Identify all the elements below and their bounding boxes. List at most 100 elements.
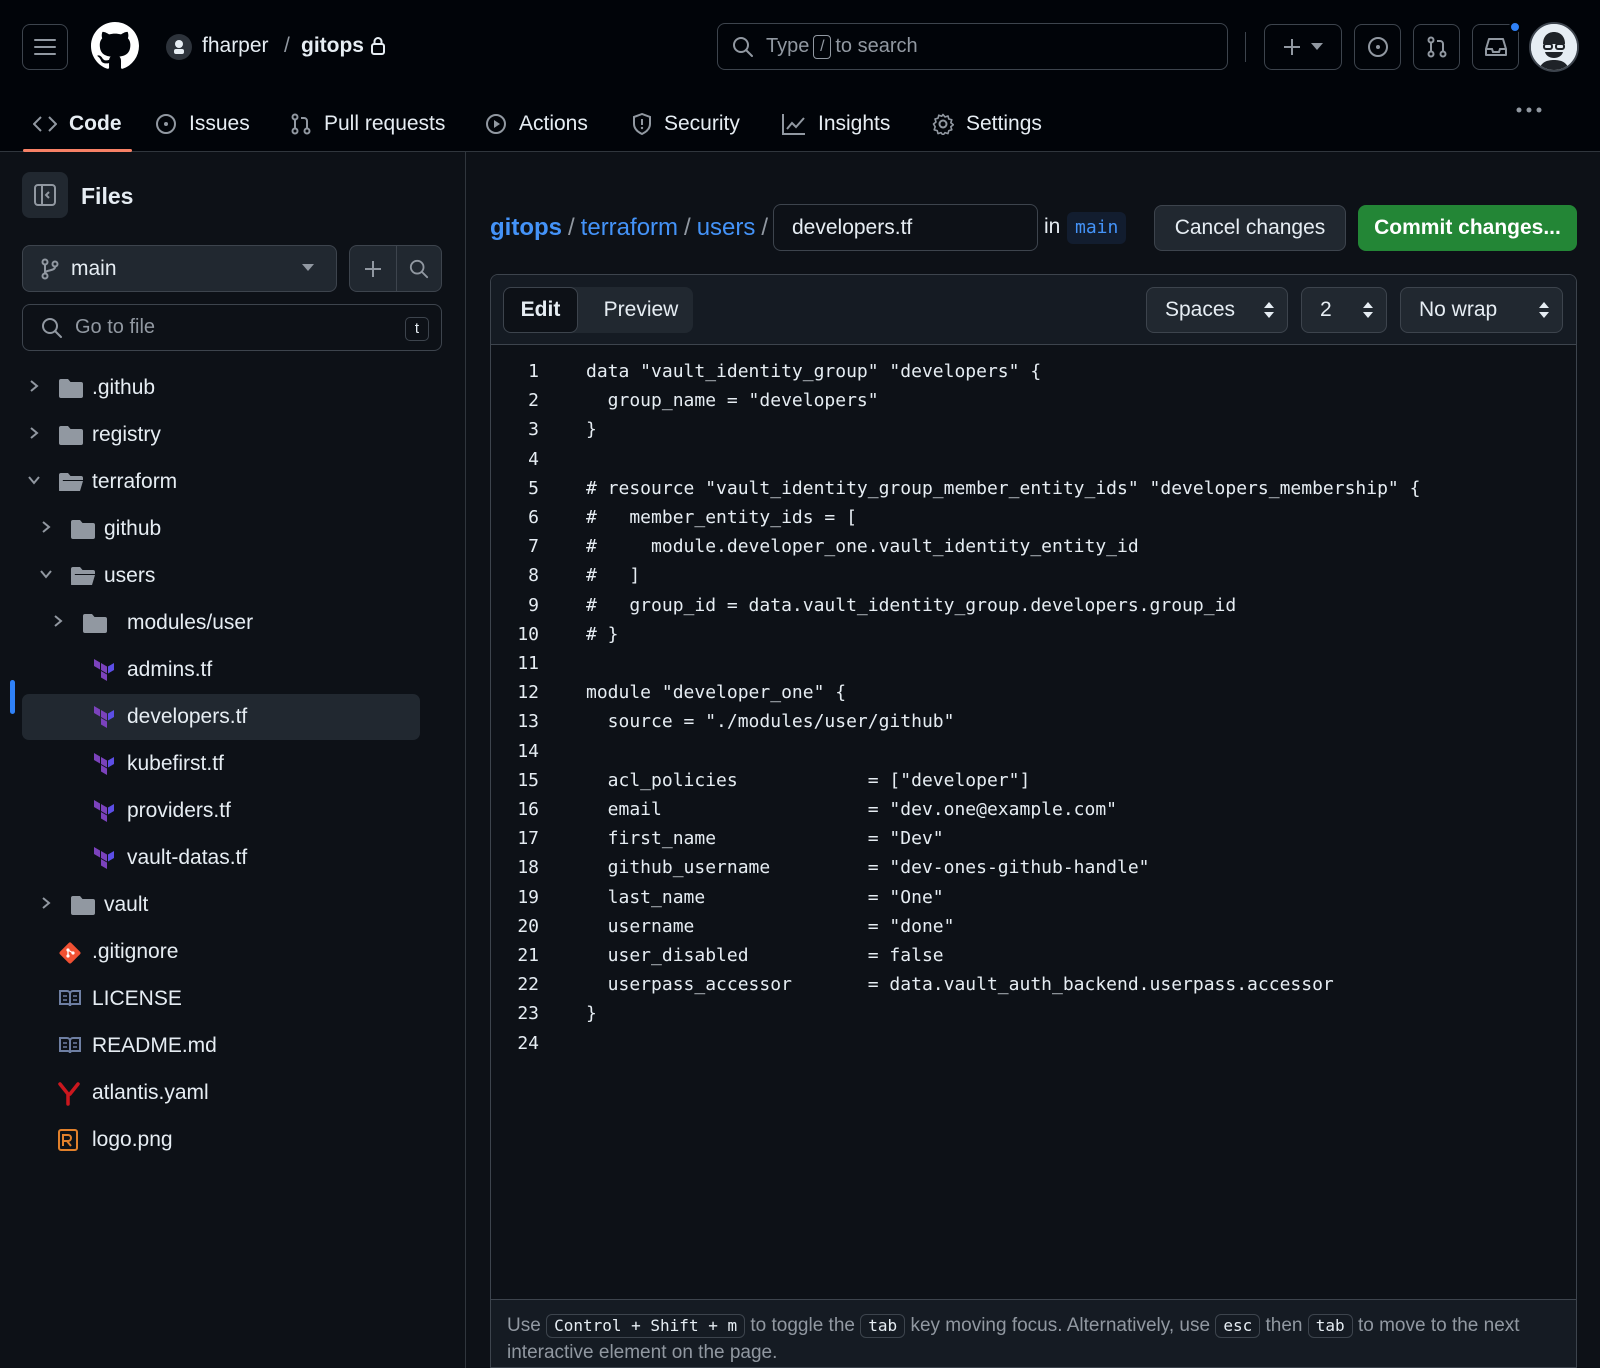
tab-label: Code <box>69 112 122 135</box>
folder-open-icon <box>70 565 96 587</box>
add-file-button[interactable] <box>349 245 396 292</box>
tree-file[interactable]: .gitignore <box>22 929 420 975</box>
inbox-icon <box>1484 38 1507 56</box>
tab-preview[interactable]: Preview <box>587 287 695 333</box>
chevron-down-icon[interactable] <box>26 472 42 488</box>
user-avatar[interactable] <box>1529 22 1579 72</box>
search-files-button[interactable] <box>396 245 442 292</box>
chevron-right-icon[interactable] <box>26 425 42 441</box>
hint-text: Use <box>507 1315 541 1336</box>
tree-folder[interactable]: github <box>22 506 420 552</box>
tab-security[interactable]: Security <box>622 96 750 152</box>
global-search-input[interactable]: Type / to search <box>717 23 1228 70</box>
more-options-icon[interactable] <box>1515 106 1543 114</box>
tree-file[interactable]: vault-datas.tf <box>22 835 420 881</box>
code-line: 5 # resource "vault_identity_group_member… <box>491 474 1576 503</box>
code-content[interactable]: 1 data "vault_identity_group" "developers… <box>491 345 1576 1305</box>
play-icon <box>486 114 506 134</box>
tab-pull-requests[interactable]: Pull requests <box>280 96 455 152</box>
branch-selector[interactable]: main <box>22 245 337 292</box>
create-new-button[interactable] <box>1264 24 1342 70</box>
tab-label: Settings <box>966 112 1042 135</box>
indent-size-select[interactable]: 2 <box>1301 287 1387 333</box>
tree-folder[interactable]: modules/user <box>22 600 420 646</box>
target-branch-badge: main <box>1067 212 1127 244</box>
pull-requests-button[interactable] <box>1413 24 1460 70</box>
editor-mode-tabs: Edit Preview <box>503 287 693 333</box>
breadcrumb-users-link[interactable]: users <box>697 214 756 242</box>
global-header: fharper / gitops Type / to search Code I… <box>0 0 1600 152</box>
tree-file[interactable]: atlantis.yaml <box>22 1070 420 1116</box>
tree-folder[interactable]: vault <box>22 882 420 928</box>
tree-file[interactable]: kubefirst.tf <box>22 741 420 787</box>
code-line: 14 <box>491 737 1576 766</box>
tree-folder[interactable]: .github <box>22 365 420 411</box>
code-line: 4 <box>491 445 1576 474</box>
triangle-down-icon <box>302 264 314 271</box>
chevron-right-icon[interactable] <box>38 895 54 911</box>
lock-icon <box>370 36 386 56</box>
line-content: # module.developer_one.vault_identity_en… <box>586 536 1139 558</box>
tree-folder[interactable]: users <box>22 553 420 599</box>
tree-file[interactable]: LICENSE <box>22 976 420 1022</box>
tree-file[interactable]: logo.png <box>22 1117 420 1163</box>
code-line: 23} <box>491 999 1576 1028</box>
branch-name: main <box>71 256 117 280</box>
tab-actions[interactable]: Actions <box>475 96 598 152</box>
code-line: 3} <box>491 415 1576 444</box>
shortcut-key: esc <box>1215 1314 1261 1338</box>
tree-file[interactable]: providers.tf <box>22 788 420 834</box>
line-number: 17 <box>517 828 539 850</box>
indent-mode-select[interactable]: Spaces <box>1146 287 1288 333</box>
line-number: 13 <box>517 711 539 733</box>
line-content: github_username = "dev-ones-github-handl… <box>586 857 1150 879</box>
tab-issues[interactable]: Issues <box>145 96 260 152</box>
terraform-icon <box>93 659 115 681</box>
filename-input[interactable] <box>773 204 1038 251</box>
chevron-right-icon[interactable] <box>26 378 42 394</box>
code-line: 10 # } <box>491 620 1576 649</box>
tree-file[interactable]: README.md <box>22 1023 420 1069</box>
go-to-file-input[interactable]: Go to file t <box>22 304 442 351</box>
code-line: 16 email = "dev.one@example.com" <box>491 795 1576 824</box>
breadcrumb-repo-link[interactable]: gitops <box>490 214 562 242</box>
tab-insights[interactable]: Insights <box>772 96 900 152</box>
code-line: 9 # group_id = data.vault_identity_group.… <box>491 591 1576 620</box>
tree-item-label: admins.tf <box>127 658 213 681</box>
tab-label: Issues <box>189 112 250 135</box>
chevron-right-icon[interactable] <box>38 519 54 535</box>
chevron-right-icon[interactable] <box>50 613 66 629</box>
breadcrumb-terraform-link[interactable]: terraform <box>581 214 678 242</box>
tree-item-label: vault <box>104 893 149 916</box>
tab-edit[interactable]: Edit <box>503 287 578 333</box>
tree-file[interactable]: admins.tf <box>22 647 420 693</box>
cancel-changes-button[interactable]: Cancel changes <box>1154 205 1346 251</box>
tab-code[interactable]: Code <box>23 96 132 152</box>
line-number: 9 <box>528 594 539 616</box>
repo-owner-link[interactable]: fharper <box>202 34 269 58</box>
chevron-down-icon[interactable] <box>38 566 54 582</box>
github-logo-icon[interactable] <box>91 22 139 70</box>
wrap-mode-select[interactable]: No wrap <box>1400 287 1563 333</box>
owner-avatar[interactable] <box>166 34 192 60</box>
line-number: 4 <box>528 448 539 470</box>
issues-button[interactable] <box>1354 24 1401 70</box>
menu-button[interactable] <box>22 24 68 70</box>
tree-folder[interactable]: registry <box>22 412 420 458</box>
collapse-sidebar-button[interactable] <box>22 172 68 218</box>
tree-folder[interactable]: terraform <box>22 459 420 505</box>
tree-file[interactable]: developers.tf <box>22 694 420 740</box>
pull-request-icon <box>1427 36 1446 58</box>
line-content: # member_entity_ids = [ <box>586 507 857 528</box>
commit-changes-button[interactable]: Commit changes... <box>1358 205 1577 251</box>
search-placeholder-suffix: to search <box>835 35 918 57</box>
hint-text: to toggle the <box>750 1315 855 1336</box>
code-line: 7 # module.developer_one.vault_identity_e… <box>491 532 1576 561</box>
search-placeholder-prefix: Type <box>766 35 810 57</box>
code-icon <box>33 116 57 132</box>
line-content: first_name = "Dev" <box>586 828 944 850</box>
folder-icon <box>70 894 96 916</box>
repo-name-link[interactable]: gitops <box>301 34 364 58</box>
line-content: } <box>586 419 597 441</box>
tab-settings[interactable]: Settings <box>922 96 1052 152</box>
